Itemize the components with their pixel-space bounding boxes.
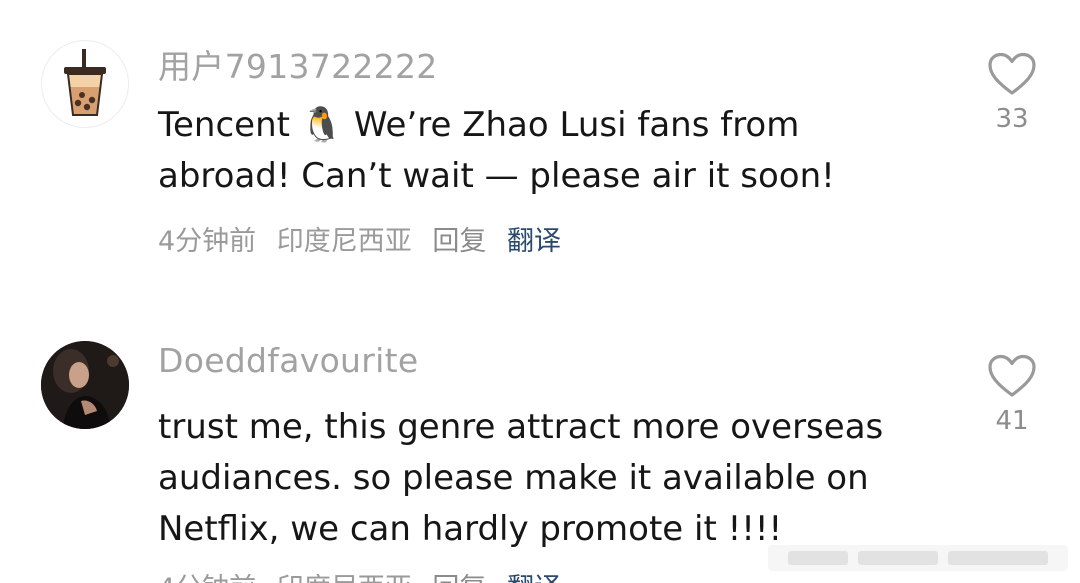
comment-time: 4分钟前 <box>158 226 257 257</box>
comment-time: 4分钟前 <box>158 573 256 583</box>
translate-button[interactable]: 翻译 <box>507 573 561 583</box>
like-button[interactable]: 33 <box>980 52 1044 134</box>
comment-line: abroad! Can’t wait — please air it soon! <box>158 156 835 196</box>
user-photo-avatar <box>41 341 129 429</box>
like-count: 33 <box>995 104 1029 134</box>
heart-icon[interactable] <box>987 354 1037 398</box>
comment-line: Tencent 🐧 We’re Zhao Lusi fans from <box>158 105 800 145</box>
comment-line: Netflix, we can hardly promote it !!!! <box>158 509 783 549</box>
like-count: 41 <box>995 406 1029 436</box>
comment-text: trust me, this genre attract more overse… <box>158 402 918 555</box>
comment-list: 用户7913722222 Tencent 🐧 We’re Zhao Lusi f… <box>0 0 1080 583</box>
comment-line: audiances. so please make it available o… <box>158 458 869 498</box>
avatar[interactable] <box>41 341 129 429</box>
username[interactable]: Doeddfavourite <box>158 341 418 380</box>
username[interactable]: 用户7913722222 <box>158 40 438 88</box>
comment-item: Doeddfavourite trust me, this genre attr… <box>0 300 1080 583</box>
comment-line: trust me, this genre attract more overse… <box>158 407 884 447</box>
heart-icon[interactable] <box>987 52 1037 96</box>
translate-button[interactable]: 翻译 <box>507 226 561 257</box>
like-button[interactable]: 41 <box>980 354 1044 436</box>
reply-button[interactable]: 回复 <box>432 226 486 257</box>
comment-location: 印度尼西亚 <box>277 573 412 583</box>
comment-location: 印度尼西亚 <box>276 226 412 257</box>
bubble-tea-icon <box>64 49 106 116</box>
comment-item: 用户7913722222 Tencent 🐧 We’re Zhao Lusi f… <box>0 0 1080 300</box>
comment-text: Tencent 🐧 We’re Zhao Lusi fans from abro… <box>158 100 918 202</box>
comment-meta: 4分钟前 印度尼西亚 回复 翻译 <box>158 219 573 258</box>
comment-meta: 4分钟前 印度尼西亚 回复 翻译 <box>158 566 573 583</box>
avatar[interactable] <box>41 40 129 128</box>
reply-button[interactable]: 回复 <box>432 573 486 583</box>
